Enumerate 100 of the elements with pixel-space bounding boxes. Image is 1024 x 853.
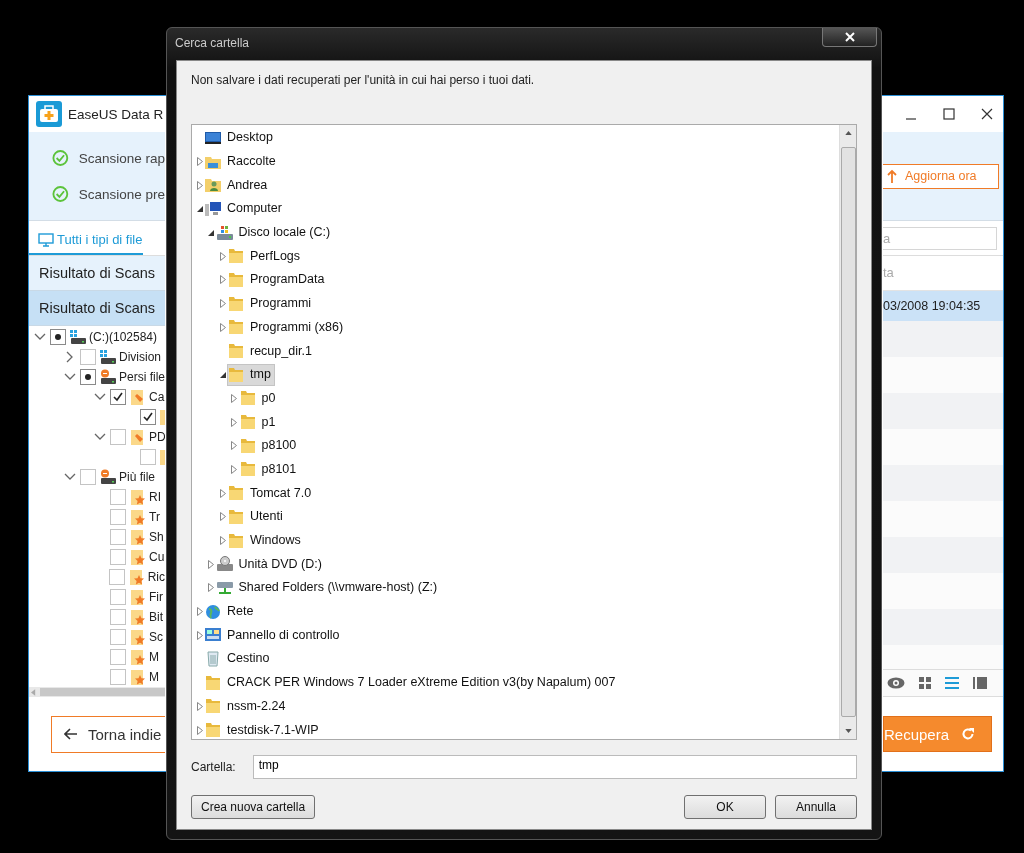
cancel-button[interactable]: Annulla	[775, 795, 857, 819]
tree-item[interactable]: Ca	[149, 390, 165, 404]
folder-tree-item[interactable]: Rete	[204, 600, 258, 623]
checkbox[interactable]	[110, 589, 126, 605]
checkbox[interactable]	[110, 629, 126, 645]
checkbox[interactable]	[110, 669, 126, 685]
expanded-triangle-icon[interactable]	[196, 205, 203, 212]
tree-item[interactable]: Tr	[149, 510, 160, 524]
back-button[interactable]: Torna indie	[51, 715, 165, 753]
collapsed-triangle-icon[interactable]	[219, 251, 226, 261]
folder-tree-item[interactable]: Andrea	[204, 174, 272, 197]
new-folder-button[interactable]: Crea nuova cartella	[191, 795, 316, 819]
scrollbar-thumb[interactable]	[840, 147, 856, 717]
tree-item[interactable]: Più file	[119, 470, 156, 484]
collapsed-triangle-icon[interactable]	[219, 512, 226, 522]
chevron-down-icon[interactable]	[34, 333, 46, 341]
folder-tree-item[interactable]: Utenti	[227, 505, 287, 528]
checkbox[interactable]	[110, 389, 126, 405]
collapsed-triangle-icon[interactable]	[208, 559, 214, 569]
expanded-triangle-icon[interactable]	[208, 229, 214, 236]
collapsed-triangle-icon[interactable]	[208, 583, 214, 593]
checkbox[interactable]	[110, 609, 126, 625]
folder-tree-item[interactable]: Computer	[204, 197, 286, 220]
folder-tree-item[interactable]: tmp	[227, 363, 275, 386]
columns-icon[interactable]	[973, 677, 987, 689]
collapsed-triangle-icon[interactable]	[219, 275, 226, 285]
folder-tree-item[interactable]: nssm-2.24	[204, 695, 290, 718]
tree-item[interactable]: M	[149, 670, 159, 684]
tree-item[interactable]: Division	[119, 350, 161, 364]
folder-tree-item[interactable]: Raccolte	[204, 150, 280, 173]
tree-item[interactable]: PD	[149, 430, 165, 444]
tree-item[interactable]: Cu	[149, 550, 165, 564]
folder-tree-item[interactable]: p1	[238, 411, 280, 434]
chevron-down-icon[interactable]	[94, 433, 106, 441]
folder-tree-item[interactable]: CRACK PER Windows 7 Loader eXtreme Edition v3(by Napalum) 007	[204, 671, 620, 694]
collapsed-triangle-icon[interactable]	[219, 536, 226, 546]
collapsed-triangle-icon[interactable]	[196, 630, 203, 640]
tree-item[interactable]: Persi file	[119, 370, 165, 384]
folder-tree-item[interactable]: testdisk-7.1-WIP	[204, 719, 323, 739]
scrollbar[interactable]	[40, 688, 165, 696]
chevron-right-icon[interactable]	[66, 351, 74, 363]
checkbox[interactable]	[110, 529, 126, 545]
collapsed-triangle-icon[interactable]	[231, 464, 237, 474]
collapsed-triangle-icon[interactable]	[231, 417, 237, 427]
scan-result-row[interactable]: Risultato di Scans	[29, 291, 165, 326]
chevron-down-icon[interactable]	[64, 373, 76, 381]
collapsed-triangle-icon[interactable]	[196, 725, 203, 735]
folder-tree-item[interactable]: Pannello di controllo	[204, 624, 344, 647]
checkbox[interactable]	[110, 549, 126, 565]
collapsed-triangle-icon[interactable]	[219, 488, 226, 498]
checkbox[interactable]	[140, 409, 156, 425]
chevron-down-icon[interactable]	[64, 473, 76, 481]
folder-tree-item[interactable]: Cestino	[204, 647, 274, 670]
folder-tree-item[interactable]: p8101	[238, 458, 301, 481]
collapsed-triangle-icon[interactable]	[219, 299, 226, 309]
tree-item[interactable]: Sc	[149, 630, 163, 644]
close-button[interactable]	[822, 28, 877, 47]
chevron-down-icon[interactable]	[94, 393, 106, 401]
folder-tree-item[interactable]: ProgramData	[227, 268, 329, 291]
list-icon[interactable]	[945, 677, 959, 689]
checkbox[interactable]	[110, 509, 126, 525]
tree-item[interactable]: M	[149, 650, 159, 664]
checkbox[interactable]	[108, 569, 125, 585]
folder-tree-item[interactable]: Windows	[227, 529, 305, 552]
tree-item[interactable]: (C:)(102584)	[89, 330, 158, 344]
checkbox[interactable]	[80, 469, 96, 485]
tree-item[interactable]: Fir	[149, 590, 163, 604]
folder-tree-item[interactable]: Disco locale (C:)	[215, 221, 335, 244]
folder-tree-item[interactable]: p8100	[238, 434, 301, 457]
ok-button[interactable]: OK	[684, 795, 766, 819]
checkbox[interactable]	[110, 489, 126, 505]
folder-tree-item[interactable]: Tomcat 7.0	[227, 482, 316, 505]
collapsed-triangle-icon[interactable]	[219, 322, 226, 332]
grid-icon[interactable]	[919, 677, 931, 689]
folder-tree-item[interactable]: p0	[238, 387, 280, 410]
scan-result-row[interactable]: Risultato di Scans	[29, 256, 165, 291]
checkbox[interactable]	[80, 369, 96, 385]
checkbox[interactable]	[80, 349, 96, 365]
tree-item[interactable]: Bit	[149, 610, 163, 624]
folder-tree-item[interactable]: Shared Folders (\\vmware-host) (Z:)	[215, 576, 442, 599]
file-row[interactable]: 03/2008 19:04:35	[883, 291, 1003, 321]
tree-item[interactable]: Sh	[149, 530, 164, 544]
folder-tree-item[interactable]: Programmi	[227, 292, 316, 315]
folder-tree-item[interactable]: recup_dir.1	[227, 340, 316, 363]
close-icon[interactable]	[981, 108, 993, 120]
search-field[interactable]: a	[883, 226, 997, 250]
checkbox[interactable]	[110, 649, 126, 665]
scroll-down-icon[interactable]	[844, 729, 852, 733]
collapsed-triangle-icon[interactable]	[196, 180, 203, 190]
scroll-up-icon[interactable]	[844, 131, 852, 135]
collapsed-triangle-icon[interactable]	[231, 441, 237, 451]
folder-tree-item[interactable]: Unità DVD (D:)	[215, 553, 326, 576]
checkbox[interactable]	[140, 449, 156, 465]
eye-icon[interactable]	[887, 677, 905, 689]
tree-item[interactable]: RI	[149, 490, 161, 504]
collapsed-triangle-icon[interactable]	[231, 393, 237, 403]
collapsed-triangle-icon[interactable]	[196, 701, 203, 711]
folder-field[interactable]: tmp	[252, 755, 857, 779]
expanded-triangle-icon[interactable]	[219, 371, 226, 378]
checkbox[interactable]	[50, 329, 66, 345]
